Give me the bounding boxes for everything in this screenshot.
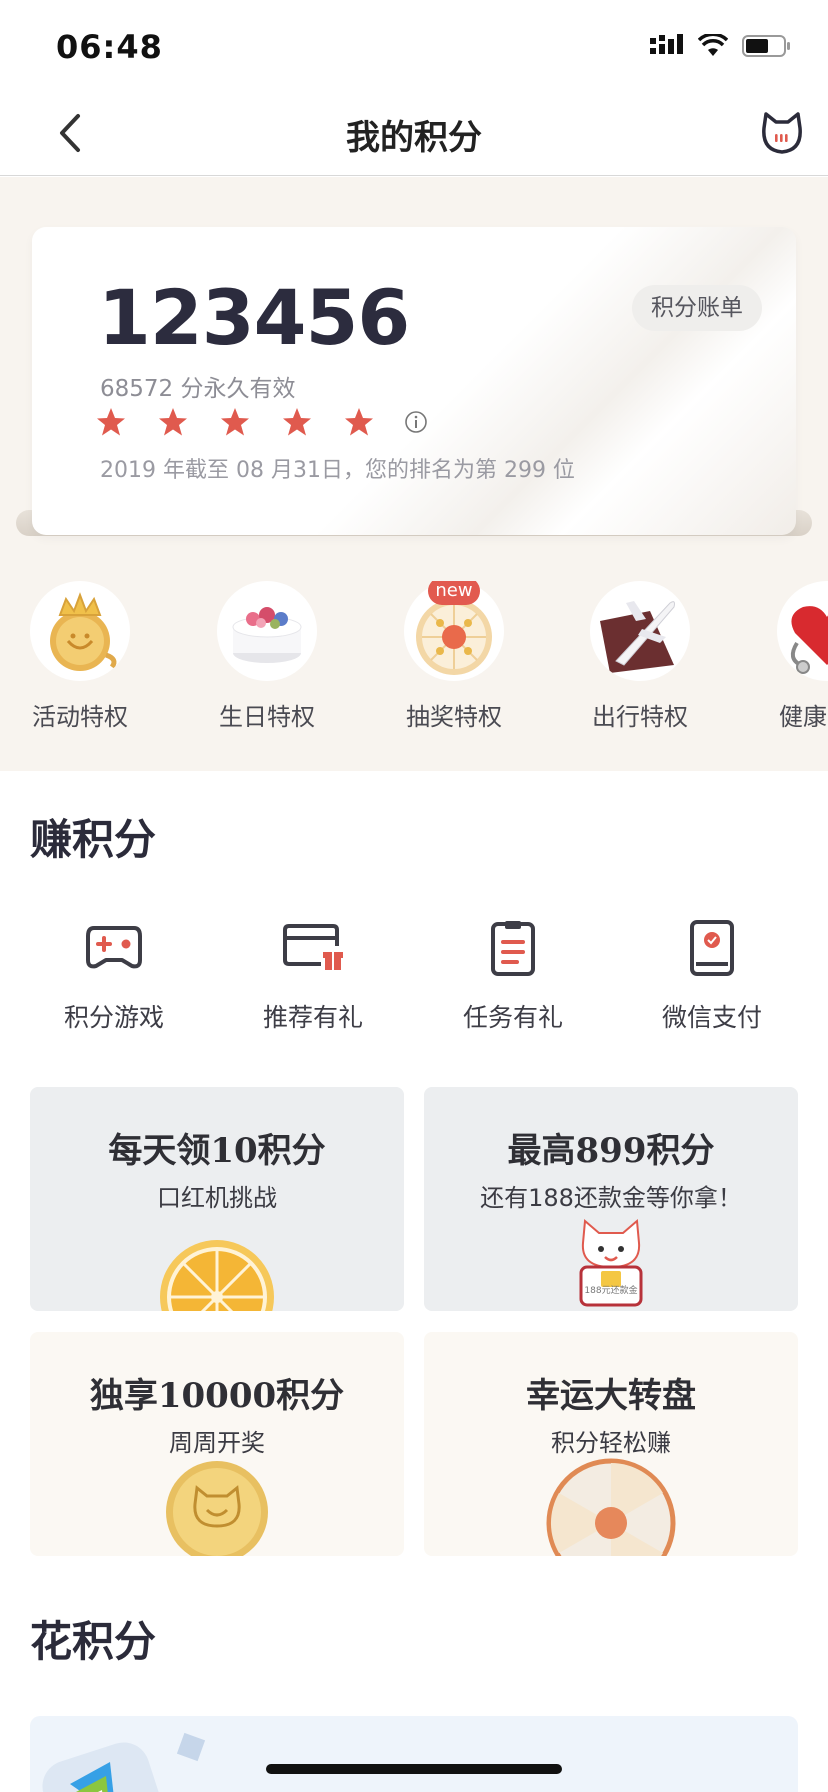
orange-slice-icon: [160, 1240, 274, 1311]
rating-stars: [96, 407, 428, 437]
nav-bar: 我的积分: [0, 94, 828, 176]
promo-title: 每天领10积分: [108, 1131, 326, 1171]
promo-card-daily[interactable]: 每天领10积分 口红机挑战: [30, 1087, 404, 1311]
gamepad-icon: [86, 926, 142, 969]
privilege-activity[interactable]: 活动特权: [30, 581, 140, 731]
privileges-row: 活动特权 生日特权 new 抽奖特权 出行特权 健康: [0, 581, 828, 741]
spend-section-title: 花积分: [30, 1617, 157, 1666]
clipboard-icon: [491, 921, 535, 976]
promo-card-lucky-wheel[interactable]: 幸运大转盘 积分轻松赚: [424, 1332, 798, 1556]
privilege-travel[interactable]: 出行特权: [590, 581, 700, 731]
earn-actions: 积分游戏 推荐有礼 任务有礼 微信支付: [0, 920, 828, 1050]
earn-action-referral[interactable]: 推荐有礼: [223, 920, 403, 1034]
gift-card-icon: [283, 924, 343, 970]
promo-title: 独享10000积分: [89, 1376, 345, 1416]
airplane-icon: [600, 601, 675, 673]
promo-title: 幸运大转盘: [526, 1376, 696, 1416]
promo-subtitle: 还有188还款金等你拿！: [480, 1184, 742, 1212]
earn-action-label: 任务有礼: [462, 1003, 563, 1032]
info-icon[interactable]: [404, 410, 428, 434]
earn-action-label: 推荐有礼: [262, 1003, 363, 1032]
star-icon: [159, 408, 187, 436]
star-icon: [97, 408, 125, 436]
star-icon: [345, 408, 373, 436]
crown-coin-icon: [50, 592, 117, 671]
points-header-region: 123456 68572 分永久有效 2019 年截至 08 月31日，您的排名…: [0, 177, 828, 771]
earn-action-label: 积分游戏: [63, 1003, 164, 1032]
star-icon: [221, 408, 249, 436]
earn-action-label: 微信支付: [661, 1003, 762, 1032]
points-bill-button[interactable]: 积分账单: [632, 285, 762, 331]
promo-card-exclusive[interactable]: 独享10000积分 周周开奖: [30, 1332, 404, 1556]
wifi-icon: [698, 34, 728, 56]
battery-icon: [742, 35, 790, 57]
promo-art-label: 188元还款金: [584, 1286, 638, 1296]
privilege-label: 生日特权: [219, 703, 315, 731]
permanent-points: 68572 分永久有效: [100, 376, 296, 402]
promo-subtitle: 周周开奖: [169, 1429, 265, 1457]
payment-book-icon: [690, 920, 734, 976]
status-bar: 06:48: [0, 0, 828, 94]
points-card: 123456 68572 分永久有效 2019 年截至 08 月31日，您的排名…: [32, 227, 796, 535]
birthday-cake-icon: [232, 607, 302, 663]
cat-mascot-icon[interactable]: [758, 110, 806, 158]
promo-subtitle: 积分轻松赚: [551, 1429, 671, 1457]
points-total: 123456: [98, 273, 410, 362]
status-time: 06:48: [56, 28, 163, 66]
earn-action-wechat-pay[interactable]: 微信支付: [622, 920, 802, 1034]
cat-coin-icon: [166, 1461, 268, 1556]
new-badge: new: [428, 581, 480, 605]
earn-action-game[interactable]: 积分游戏: [24, 920, 204, 1034]
rank-text: 2019 年截至 08 月31日，您的排名为第 299 位: [100, 458, 575, 483]
promo-subtitle: 口红机挑战: [157, 1184, 277, 1212]
privilege-health[interactable]: 健康: [777, 581, 828, 731]
status-icons: [650, 34, 792, 58]
earn-action-task[interactable]: 任务有礼: [423, 920, 603, 1034]
star-icon: [283, 408, 311, 436]
promo-card-max[interactable]: 最高899积分 还有188还款金等你拿！ 188元还款金: [424, 1087, 798, 1311]
privilege-label: 出行特权: [592, 703, 688, 731]
privilege-label: 活动特权: [32, 703, 128, 731]
home-indicator: [266, 1764, 562, 1774]
privilege-label: 健康: [779, 703, 827, 731]
privilege-birthday[interactable]: 生日特权: [217, 581, 327, 731]
privilege-lottery[interactable]: new 抽奖特权: [404, 581, 514, 731]
spin-wheel-icon: [546, 1458, 676, 1556]
spend-banner[interactable]: [30, 1716, 798, 1792]
video-play-icon: [42, 1732, 206, 1792]
privilege-label: 抽奖特权: [406, 703, 502, 731]
earn-section-title: 赚积分: [30, 815, 157, 864]
page-title: 我的积分: [346, 118, 482, 158]
cellular-signal-icon: [650, 34, 683, 54]
cat-mascot-icon: [579, 1218, 643, 1307]
heart-stethoscope-icon: [790, 606, 828, 674]
promo-title: 最高899积分: [507, 1131, 715, 1171]
